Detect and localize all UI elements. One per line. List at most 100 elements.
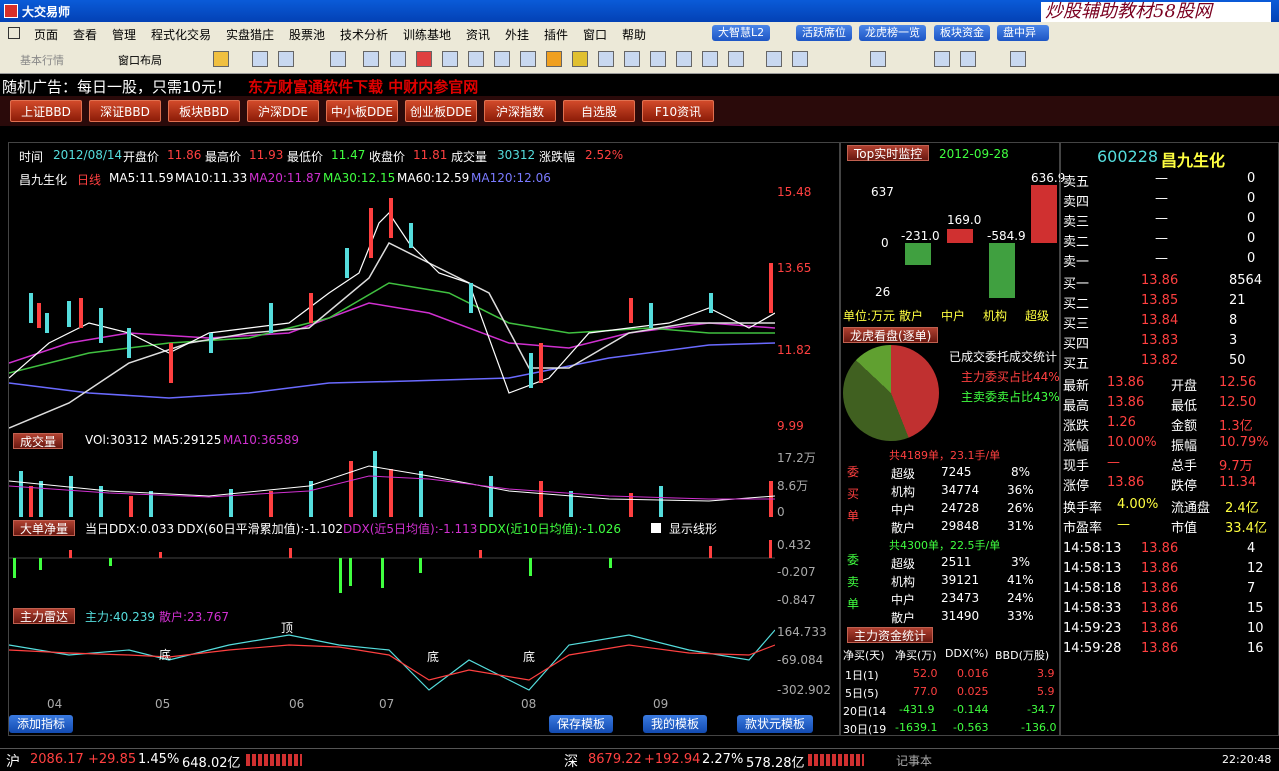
- list-icon[interactable]: [416, 51, 432, 67]
- bars-icon[interactable]: [870, 51, 886, 67]
- sh-label: 沪: [6, 754, 20, 770]
- quote-label: 总手: [1171, 459, 1198, 474]
- menu-info[interactable]: 资讯: [466, 26, 490, 43]
- status-bar: 沪 2086.17 +29.85 1.45% 648.02亿 深 8679.22…: [0, 748, 1279, 771]
- menu-manage[interactable]: 管理: [112, 26, 136, 43]
- tab-hs-index[interactable]: 沪深指数: [484, 100, 556, 122]
- flag-icon[interactable]: [702, 51, 718, 67]
- line-icon[interactable]: [792, 51, 808, 67]
- copy-icon[interactable]: [442, 51, 458, 67]
- tab-sme-dde[interactable]: 中小板DDE: [326, 100, 398, 122]
- menu-window[interactable]: 窗口: [583, 26, 607, 43]
- sell-row-3-pct: 24%: [1007, 591, 1034, 605]
- menu-plugin[interactable]: 插件: [544, 26, 568, 43]
- tm-bar-inst: [989, 243, 1015, 298]
- zoom-icon[interactable]: [468, 51, 484, 67]
- open-icon[interactable]: [213, 51, 229, 67]
- bid-price: 13.86: [1141, 273, 1179, 288]
- dragon-list-button[interactable]: 龙虎榜一览: [859, 25, 926, 41]
- info-time-label: 时间: [19, 150, 44, 164]
- active-seats-button[interactable]: 活跃席位: [796, 25, 852, 41]
- layout-dropdown[interactable]: 窗口布局: [118, 52, 162, 68]
- arrow-icon[interactable]: [934, 51, 950, 67]
- menu-stock-pool[interactable]: 股票池: [289, 26, 325, 43]
- menu-program-trade[interactable]: 程式化交易: [151, 26, 211, 43]
- intraday-alert-button[interactable]: 盘中异动: [997, 25, 1049, 41]
- tab-sz-bbd[interactable]: 深证BBD: [89, 100, 161, 122]
- radar-mark-1: 底: [159, 648, 172, 662]
- tab-favorites[interactable]: 自选股: [563, 100, 635, 122]
- menu-page[interactable]: 页面: [34, 26, 58, 43]
- menu-tech-analysis[interactable]: 技术分析: [340, 26, 388, 43]
- tab-hs-dde[interactable]: 沪深DDE: [247, 100, 319, 122]
- radar-tag[interactable]: 主力雷达: [13, 608, 76, 624]
- sector-funds-button[interactable]: 板块资金: [934, 25, 990, 41]
- expand-icon[interactable]: [390, 51, 406, 67]
- monitor-icon[interactable]: [598, 51, 614, 67]
- menu-hunt[interactable]: 实盘猎庄: [226, 26, 274, 43]
- warning-icon[interactable]: [546, 51, 562, 67]
- tool-icon[interactable]: [960, 51, 976, 67]
- quote-label: 换手率: [1063, 501, 1103, 516]
- sell-row-1-pct: 3%: [1011, 555, 1031, 569]
- volume-tag[interactable]: 成交量: [13, 433, 64, 449]
- fund-stats-tag[interactable]: 主力资金统计: [847, 627, 934, 643]
- bell-icon[interactable]: [728, 51, 744, 67]
- menu-view[interactable]: 查看: [73, 26, 97, 43]
- tab-f10[interactable]: F10资讯: [642, 100, 714, 122]
- menu-plugin-ext[interactable]: 外挂: [505, 26, 529, 43]
- ma120-line: [9, 342, 775, 399]
- ad-link[interactable]: 东方财富通软件下载 中财内参官网: [248, 76, 478, 97]
- filter-icon[interactable]: [494, 51, 510, 67]
- info-time: 2012/08/14: [53, 148, 123, 162]
- gear-icon[interactable]: [572, 51, 588, 67]
- tick-price: 13.86: [1141, 541, 1179, 556]
- menu-help[interactable]: 帮助: [622, 26, 646, 43]
- book-icon[interactable]: [650, 51, 666, 67]
- buy-row-3-pct: 26%: [1007, 501, 1034, 515]
- radar-mark-4: 底: [523, 650, 536, 664]
- buy-row-4-type: 散户: [891, 521, 916, 535]
- stock-name: 昌九生化: [1161, 151, 1226, 170]
- tab-sh-bbd[interactable]: 上证BBD: [10, 100, 82, 122]
- dragon-tag[interactable]: 龙虎看盘(逐单): [843, 327, 939, 343]
- show-line-checkbox[interactable]: [651, 523, 661, 533]
- sell-row-2-pct: 41%: [1007, 573, 1034, 587]
- sh-index[interactable]: 2086.17: [30, 752, 84, 767]
- grid-icon[interactable]: [252, 51, 268, 67]
- shape-icon[interactable]: [1010, 51, 1026, 67]
- bid-label: 买一: [1063, 277, 1090, 292]
- bid-price: 13.82: [1141, 353, 1179, 368]
- sell-row-4-pct: 33%: [1007, 609, 1034, 623]
- info-high: 11.93: [249, 148, 284, 162]
- star-icon[interactable]: [676, 51, 692, 67]
- ddx-tag[interactable]: 大单净量: [13, 520, 76, 536]
- fund-row-3-ddx: -0.144: [953, 703, 989, 716]
- buy-row-1-type: 超级: [891, 467, 916, 481]
- sz-index[interactable]: 8679.22: [588, 752, 642, 767]
- save-template-button[interactable]: 保存模板: [549, 715, 614, 733]
- radar-ytick-3: -302.902: [777, 683, 831, 697]
- l2-button[interactable]: 大智慧L2: [712, 25, 771, 41]
- sz-pct: 2.27%: [702, 752, 744, 767]
- draw-icon[interactable]: [766, 51, 782, 67]
- resize-icon[interactable]: [363, 51, 379, 67]
- notepad-link[interactable]: 记事本: [896, 752, 932, 769]
- champion-template-button[interactable]: 款状元模板: [737, 715, 814, 733]
- menu-icon[interactable]: [8, 27, 20, 39]
- top-monitor-tag[interactable]: Top实时监控: [847, 145, 930, 161]
- title-bar: 大交易师 炒股辅助教材58股网 www.58Gu.com: [0, 0, 1279, 42]
- tab-gem-dde[interactable]: 创业板DDE: [405, 100, 477, 122]
- ask-label: 卖二: [1063, 235, 1090, 250]
- ma20-line: [9, 302, 775, 364]
- add-indicator-button[interactable]: 添加指标: [9, 715, 74, 733]
- cross-icon[interactable]: [278, 51, 294, 67]
- menu-training[interactable]: 训练基地: [403, 26, 451, 43]
- quote-dropdown[interactable]: 基本行情: [20, 52, 64, 68]
- keyboard-icon[interactable]: [624, 51, 640, 67]
- table-icon[interactable]: [520, 51, 536, 67]
- chart-icon[interactable]: [330, 51, 346, 67]
- tab-sector-bbd[interactable]: 板块BBD: [168, 100, 240, 122]
- my-template-button[interactable]: 我的模板: [643, 715, 708, 733]
- ad-text: 随机广告：每日一股，只需10元！: [2, 78, 232, 96]
